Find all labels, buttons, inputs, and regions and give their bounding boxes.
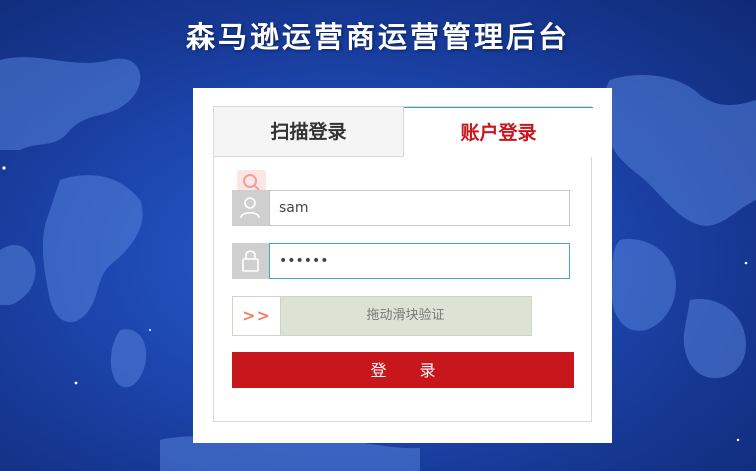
- slider-captcha: >> 拖动滑块验证: [232, 296, 532, 336]
- username-row: [232, 190, 570, 226]
- password-input[interactable]: [269, 243, 570, 279]
- login-button[interactable]: 登 录: [232, 352, 574, 388]
- password-row: [232, 243, 570, 279]
- slider-handle[interactable]: >>: [233, 297, 281, 335]
- slider-hint: 拖动滑块验证: [366, 308, 445, 323]
- page-title: 森马逊运营商运营管理后台: [185, 20, 570, 54]
- tab-account-login[interactable]: 账户登录: [404, 107, 593, 157]
- login-card: 扫描登录 账户登录 >>: [213, 106, 593, 422]
- username-input[interactable]: [269, 190, 570, 226]
- user-icon: [232, 190, 269, 226]
- login-panel: 扫描登录 账户登录 >>: [193, 88, 612, 443]
- lock-icon: [232, 243, 269, 279]
- tab-scan-login[interactable]: 扫描登录: [214, 107, 404, 157]
